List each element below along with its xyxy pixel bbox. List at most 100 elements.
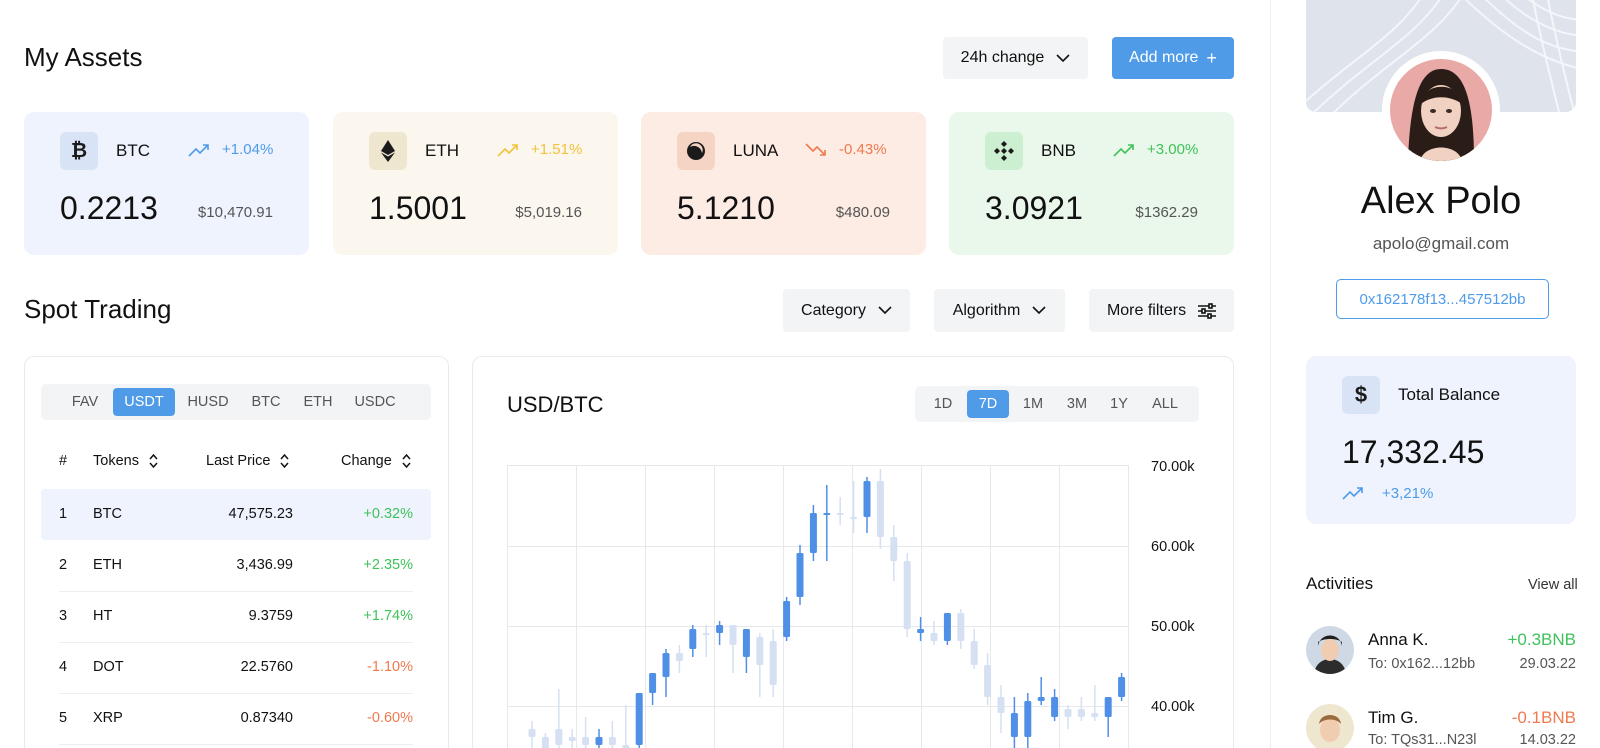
candle-body bbox=[582, 737, 590, 745]
candle bbox=[541, 733, 549, 748]
candle-body bbox=[796, 553, 804, 597]
table-row[interactable]: 5 XRP 0.87340 -0.60% bbox=[41, 693, 431, 744]
candle bbox=[876, 469, 884, 549]
candle-body bbox=[742, 629, 750, 657]
row-price: 22.5760 bbox=[240, 659, 293, 675]
row-change: -0.60% bbox=[367, 710, 413, 726]
tab-fav[interactable]: FAV bbox=[61, 388, 109, 416]
balance-label: Total Balance bbox=[1398, 385, 1501, 404]
candle bbox=[689, 625, 697, 657]
candle-body bbox=[783, 601, 791, 637]
activity-recipient: To: TQs31...N23l bbox=[1368, 732, 1477, 748]
balance-amount: 17,332.45 bbox=[1342, 434, 1485, 470]
view-all-link[interactable]: View all bbox=[1528, 577, 1578, 593]
spot-trading-title: Spot Trading bbox=[24, 294, 172, 324]
table-row[interactable]: 3 HT 9.3759 +1.74% bbox=[41, 591, 431, 642]
candle-body bbox=[635, 693, 643, 745]
range-all[interactable]: ALL bbox=[1141, 390, 1189, 418]
asset-usd-value: $10,470.91 bbox=[197, 204, 273, 221]
candle-body bbox=[1118, 677, 1126, 697]
range-7d[interactable]: 7D bbox=[967, 390, 1009, 418]
row-token: XRP bbox=[93, 710, 123, 726]
range-1d[interactable]: 1D bbox=[925, 390, 961, 418]
asset-usd-value: $1362.29 bbox=[1135, 204, 1198, 221]
more-filters-label: More filters bbox=[1106, 301, 1187, 319]
column-last-price[interactable]: Last Price bbox=[206, 453, 290, 469]
asset-amount: 5.1210 bbox=[677, 190, 775, 226]
candle bbox=[823, 485, 831, 561]
asset-card-eth[interactable]: ETH +1.51% 1.5001 $5,019.16 bbox=[333, 112, 618, 255]
asset-trend: +1.04% bbox=[188, 141, 273, 158]
table-row[interactable]: 2 ETH 3,436.99 +2.35% bbox=[41, 540, 431, 591]
row-price: 47,575.23 bbox=[228, 506, 293, 522]
candle-body bbox=[863, 481, 871, 517]
candle bbox=[568, 729, 576, 748]
column-num-label: # bbox=[59, 453, 68, 469]
candle bbox=[742, 629, 750, 673]
candle bbox=[850, 481, 858, 533]
sort-icon bbox=[402, 453, 411, 469]
tab-usdc[interactable]: USDC bbox=[347, 388, 403, 416]
wallet-address-button[interactable]: 0x162178f13...457512bb bbox=[1336, 279, 1549, 319]
row-num: 3 bbox=[59, 608, 68, 624]
candle-body bbox=[984, 665, 992, 697]
candle-body bbox=[649, 673, 657, 693]
candle bbox=[675, 645, 683, 673]
token-table-panel: FAV USDT HUSD BTC ETH USDC # Tokens Last… bbox=[24, 356, 449, 748]
category-dropdown[interactable]: Category bbox=[783, 289, 910, 332]
dollar-icon: $ bbox=[1342, 376, 1380, 414]
row-num: 4 bbox=[59, 659, 68, 675]
candle-body bbox=[756, 637, 764, 665]
avatar bbox=[1306, 704, 1354, 748]
candle bbox=[662, 649, 670, 697]
sidebar-divider bbox=[1270, 0, 1271, 748]
candle-body bbox=[836, 513, 844, 515]
add-more-button[interactable]: Add more + bbox=[1112, 37, 1234, 79]
range-3m[interactable]: 3M bbox=[1057, 390, 1097, 418]
column-num: # bbox=[59, 453, 67, 469]
row-num: 2 bbox=[59, 557, 68, 573]
tab-usdt[interactable]: USDT bbox=[113, 388, 175, 416]
tab-husd[interactable]: HUSD bbox=[179, 388, 237, 416]
column-tokens-label: Tokens bbox=[93, 453, 139, 469]
y-axis-label: 70.00k bbox=[1151, 459, 1195, 475]
activities-title: Activities bbox=[1306, 574, 1374, 593]
row-price: 0.87340 bbox=[240, 710, 293, 726]
change-filter-dropdown[interactable]: 24h change bbox=[943, 37, 1088, 79]
asset-symbol: BTC bbox=[116, 141, 150, 160]
asset-card-luna[interactable]: LUNA -0.43% 5.1210 $480.09 bbox=[641, 112, 926, 255]
range-1m[interactable]: 1M bbox=[1013, 390, 1053, 418]
row-change: +1.74% bbox=[363, 608, 413, 624]
candle bbox=[702, 625, 710, 657]
candle-body bbox=[970, 641, 978, 665]
asset-card-btc[interactable]: ₿ BTC +1.04% 0.2213 $10,470.91 bbox=[24, 112, 309, 255]
candle bbox=[890, 525, 898, 581]
activity-item[interactable]: Tim G. To: TQs31...N23l -0.1BNB 14.03.22 bbox=[1306, 702, 1576, 748]
algorithm-dropdown[interactable]: Algorithm bbox=[934, 289, 1065, 332]
range-1y[interactable]: 1Y bbox=[1101, 390, 1137, 418]
chevron-down-icon bbox=[1032, 306, 1046, 315]
asset-card-bnb[interactable]: BNB +3.00% 3.0921 $1362.29 bbox=[949, 112, 1234, 255]
row-num: 1 bbox=[59, 506, 68, 522]
candle-body bbox=[890, 537, 898, 561]
candlestick-chart bbox=[528, 469, 1126, 748]
column-tokens[interactable]: Tokens bbox=[93, 453, 158, 469]
sort-icon bbox=[149, 453, 158, 469]
tab-eth[interactable]: ETH bbox=[295, 388, 341, 416]
table-row[interactable]: 4 DOT 22.5760 -1.10% bbox=[41, 642, 431, 693]
bnb-icon bbox=[985, 132, 1023, 170]
tab-btc[interactable]: BTC bbox=[243, 388, 289, 416]
more-filters-button[interactable]: More filters bbox=[1089, 289, 1234, 332]
asset-trend: +3.00% bbox=[1113, 141, 1198, 158]
activity-amount: +0.3BNB bbox=[1507, 630, 1576, 649]
avatar[interactable] bbox=[1382, 51, 1500, 169]
column-change[interactable]: Change bbox=[341, 453, 411, 469]
asset-amount: 0.2213 bbox=[60, 190, 158, 226]
activity-item[interactable]: Anna K. To: 0x162...12bb +0.3BNB 29.03.2… bbox=[1306, 624, 1576, 676]
trend-down-icon bbox=[805, 142, 826, 156]
sliders-icon bbox=[1198, 302, 1217, 319]
candle-body bbox=[903, 561, 911, 629]
total-balance-card: $ Total Balance 17,332.45 +3,21% bbox=[1306, 356, 1576, 524]
table-row[interactable]: 1 BTC 47,575.23 +0.32% bbox=[41, 489, 431, 540]
candle-body bbox=[689, 629, 697, 649]
